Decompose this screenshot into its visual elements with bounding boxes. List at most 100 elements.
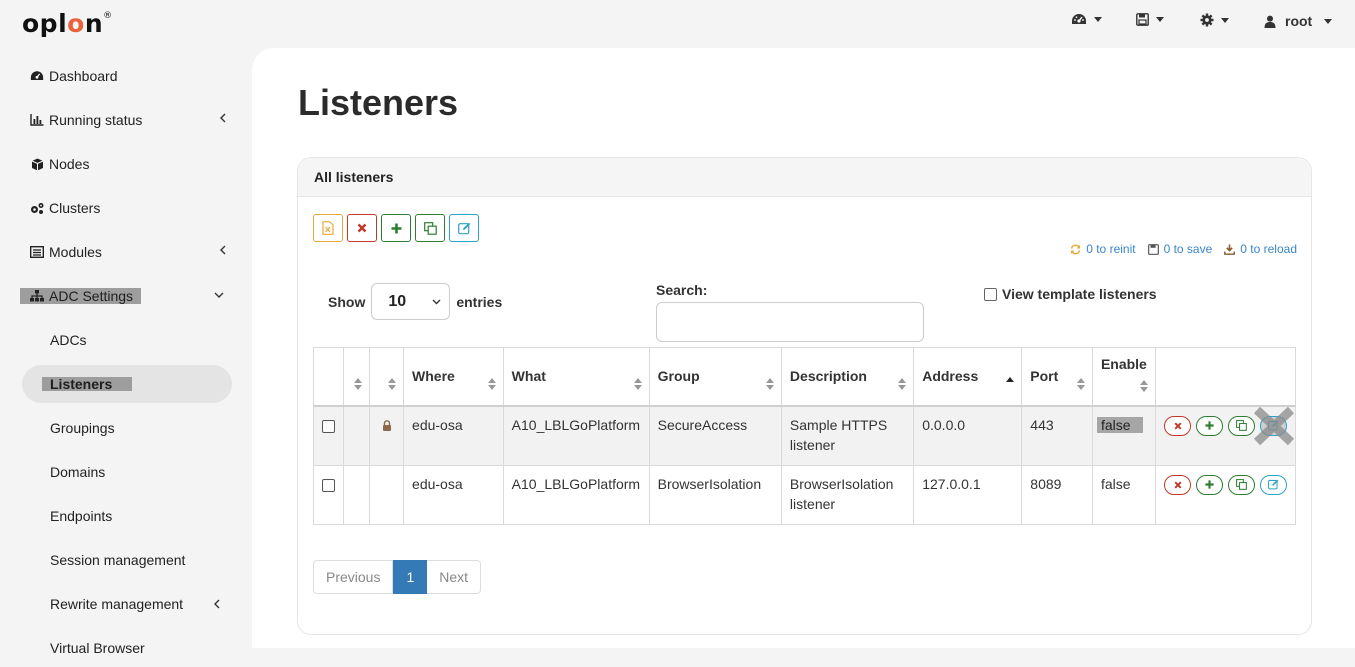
template-label: View template listeners bbox=[1002, 286, 1157, 302]
listeners-table: Where What Group Description Address Por… bbox=[313, 347, 1296, 525]
row-edit-button[interactable] bbox=[1260, 474, 1287, 495]
column-header-where[interactable]: Where bbox=[403, 347, 504, 407]
copy-icon bbox=[1236, 479, 1247, 490]
view-template-toggle[interactable]: View template listeners bbox=[984, 286, 1157, 302]
cell-group: SecureAccess bbox=[648, 405, 782, 466]
sidebar-subitem-label: Session management bbox=[50, 552, 186, 568]
edit-icon bbox=[1268, 479, 1279, 490]
sort-column-header[interactable] bbox=[342, 347, 371, 407]
cell-group: BrowserIsolation bbox=[648, 464, 782, 525]
row-checkbox[interactable] bbox=[322, 419, 335, 433]
sidebar-item-modules[interactable]: Modules bbox=[22, 234, 232, 270]
chevron-down-icon bbox=[432, 299, 441, 304]
sidebar-subitem-listeners[interactable]: Listeners bbox=[22, 365, 232, 403]
next-page-button[interactable]: Next bbox=[427, 560, 482, 594]
dashboard-menu[interactable] bbox=[1071, 13, 1102, 26]
reinit-status[interactable]: 0 to reinit bbox=[1070, 242, 1136, 256]
download-icon bbox=[1224, 244, 1236, 255]
sidebar-item-clusters[interactable]: Clusters bbox=[22, 190, 232, 226]
top-bar: oplon® root bbox=[0, 0, 1355, 48]
search-input[interactable] bbox=[656, 302, 924, 342]
column-header-port[interactable]: Port bbox=[1021, 347, 1093, 407]
row-delete-button[interactable] bbox=[1164, 474, 1191, 495]
sidebar-item-highlight: ADC Settings bbox=[20, 288, 142, 304]
cell-what: A10_LBLGoPlatform bbox=[502, 464, 650, 525]
enable-value: false bbox=[1096, 416, 1143, 433]
edit-button[interactable] bbox=[449, 214, 479, 242]
dashboard-icon bbox=[1072, 14, 1086, 24]
column-header-enable[interactable]: Enable bbox=[1091, 347, 1157, 407]
column-header-address[interactable]: Address bbox=[913, 347, 1023, 407]
row-lock-cell bbox=[369, 464, 405, 525]
column-header-label: Enable bbox=[1100, 356, 1147, 372]
sidebar-subitem-label: Listeners bbox=[42, 377, 133, 391]
row-delete-button[interactable] bbox=[1164, 415, 1191, 436]
template-checkbox[interactable] bbox=[984, 287, 997, 301]
sidebar-subitem-groupings[interactable]: Groupings bbox=[22, 409, 232, 447]
user-menu[interactable]: root bbox=[1264, 13, 1333, 29]
save-status[interactable]: 0 to save bbox=[1147, 242, 1212, 256]
column-header-label: Address bbox=[922, 368, 979, 385]
sort-icon bbox=[898, 378, 907, 392]
sidebar-item-running-status[interactable]: Running status bbox=[22, 102, 232, 138]
gear-icon bbox=[1200, 13, 1214, 27]
cell-where: edu-osa bbox=[403, 405, 504, 466]
row-actions bbox=[1164, 474, 1287, 495]
close-icon bbox=[1174, 422, 1181, 429]
cell-description: Sample HTTPS listener bbox=[780, 405, 915, 466]
column-header-label: What bbox=[511, 368, 546, 385]
row-add-button[interactable] bbox=[1196, 415, 1223, 436]
sort-icon bbox=[354, 378, 363, 392]
delete-button[interactable] bbox=[347, 214, 377, 242]
copy-button[interactable] bbox=[415, 214, 445, 242]
sort-ascending-icon bbox=[1006, 377, 1015, 391]
sidebar-subitem-rewrite-management[interactable]: Rewrite management bbox=[22, 585, 232, 623]
settings-menu[interactable] bbox=[1200, 13, 1229, 27]
listeners-card: All listeners 0 to reinit 0 to save 0 to… bbox=[297, 157, 1312, 635]
row-checkbox[interactable] bbox=[322, 478, 335, 492]
row-add-button[interactable] bbox=[1196, 474, 1223, 495]
sidebar-item-adc-settings[interactable]: ADC Settings bbox=[20, 278, 230, 314]
floppy-icon bbox=[1147, 243, 1159, 255]
dashboard-icon bbox=[27, 70, 47, 82]
sidebar-subitem-endpoints[interactable]: Endpoints bbox=[22, 497, 232, 535]
chevron-down-icon bbox=[214, 292, 224, 298]
save-menu[interactable] bbox=[1136, 13, 1164, 26]
table-row: edu-osa A10_LBLGoPlatform SecureAccess S… bbox=[313, 405, 1296, 466]
edit-icon bbox=[457, 222, 470, 234]
previous-page-button[interactable]: Previous bbox=[313, 560, 394, 594]
column-header-what[interactable]: What bbox=[502, 347, 650, 407]
column-header-description[interactable]: Description bbox=[780, 347, 915, 407]
reload-link: 0 to reload bbox=[1240, 242, 1297, 256]
cursor-marker-icon bbox=[1253, 406, 1295, 445]
floppy-icon bbox=[1136, 13, 1149, 26]
reload-status[interactable]: 0 to reload bbox=[1224, 242, 1297, 256]
chevron-down-icon bbox=[1156, 17, 1164, 22]
sidebar-item-dashboard[interactable]: Dashboard bbox=[22, 58, 232, 94]
sidebar-subitem-adcs[interactable]: ADCs bbox=[22, 321, 232, 359]
sidebar-item-nodes[interactable]: Nodes bbox=[22, 146, 232, 182]
lock-column-header[interactable] bbox=[369, 347, 405, 407]
chevron-left-icon bbox=[220, 245, 226, 255]
sidebar-subitem-virtual-browser[interactable]: Virtual Browser bbox=[22, 629, 232, 667]
row-actions-cell bbox=[1155, 405, 1296, 466]
sidebar-subitem-label: Domains bbox=[50, 464, 106, 480]
copy-icon bbox=[1236, 420, 1247, 431]
page-1-button[interactable]: 1 bbox=[393, 560, 428, 594]
column-header-group[interactable]: Group bbox=[648, 347, 782, 407]
row-select-cell bbox=[313, 464, 344, 525]
cell-description: BrowserIsolation listener bbox=[780, 464, 915, 525]
select-column-header bbox=[313, 347, 344, 407]
sidebar-subitem-session-management[interactable]: Session management bbox=[22, 541, 232, 579]
sort-icon bbox=[487, 378, 496, 392]
sidebar-subitem-label: Virtual Browser bbox=[50, 640, 145, 656]
row-copy-button[interactable] bbox=[1228, 474, 1255, 495]
sidebar-subitem-domains[interactable]: Domains bbox=[22, 453, 232, 491]
entries-value: 10 bbox=[388, 292, 407, 310]
logo[interactable]: oplon® bbox=[22, 9, 113, 38]
row-edit-button[interactable] bbox=[1253, 406, 1295, 445]
entries-control: Show 10 entries bbox=[328, 283, 502, 320]
add-button[interactable] bbox=[381, 214, 411, 242]
export-button[interactable] bbox=[313, 214, 343, 242]
entries-select[interactable]: 10 bbox=[371, 283, 451, 320]
